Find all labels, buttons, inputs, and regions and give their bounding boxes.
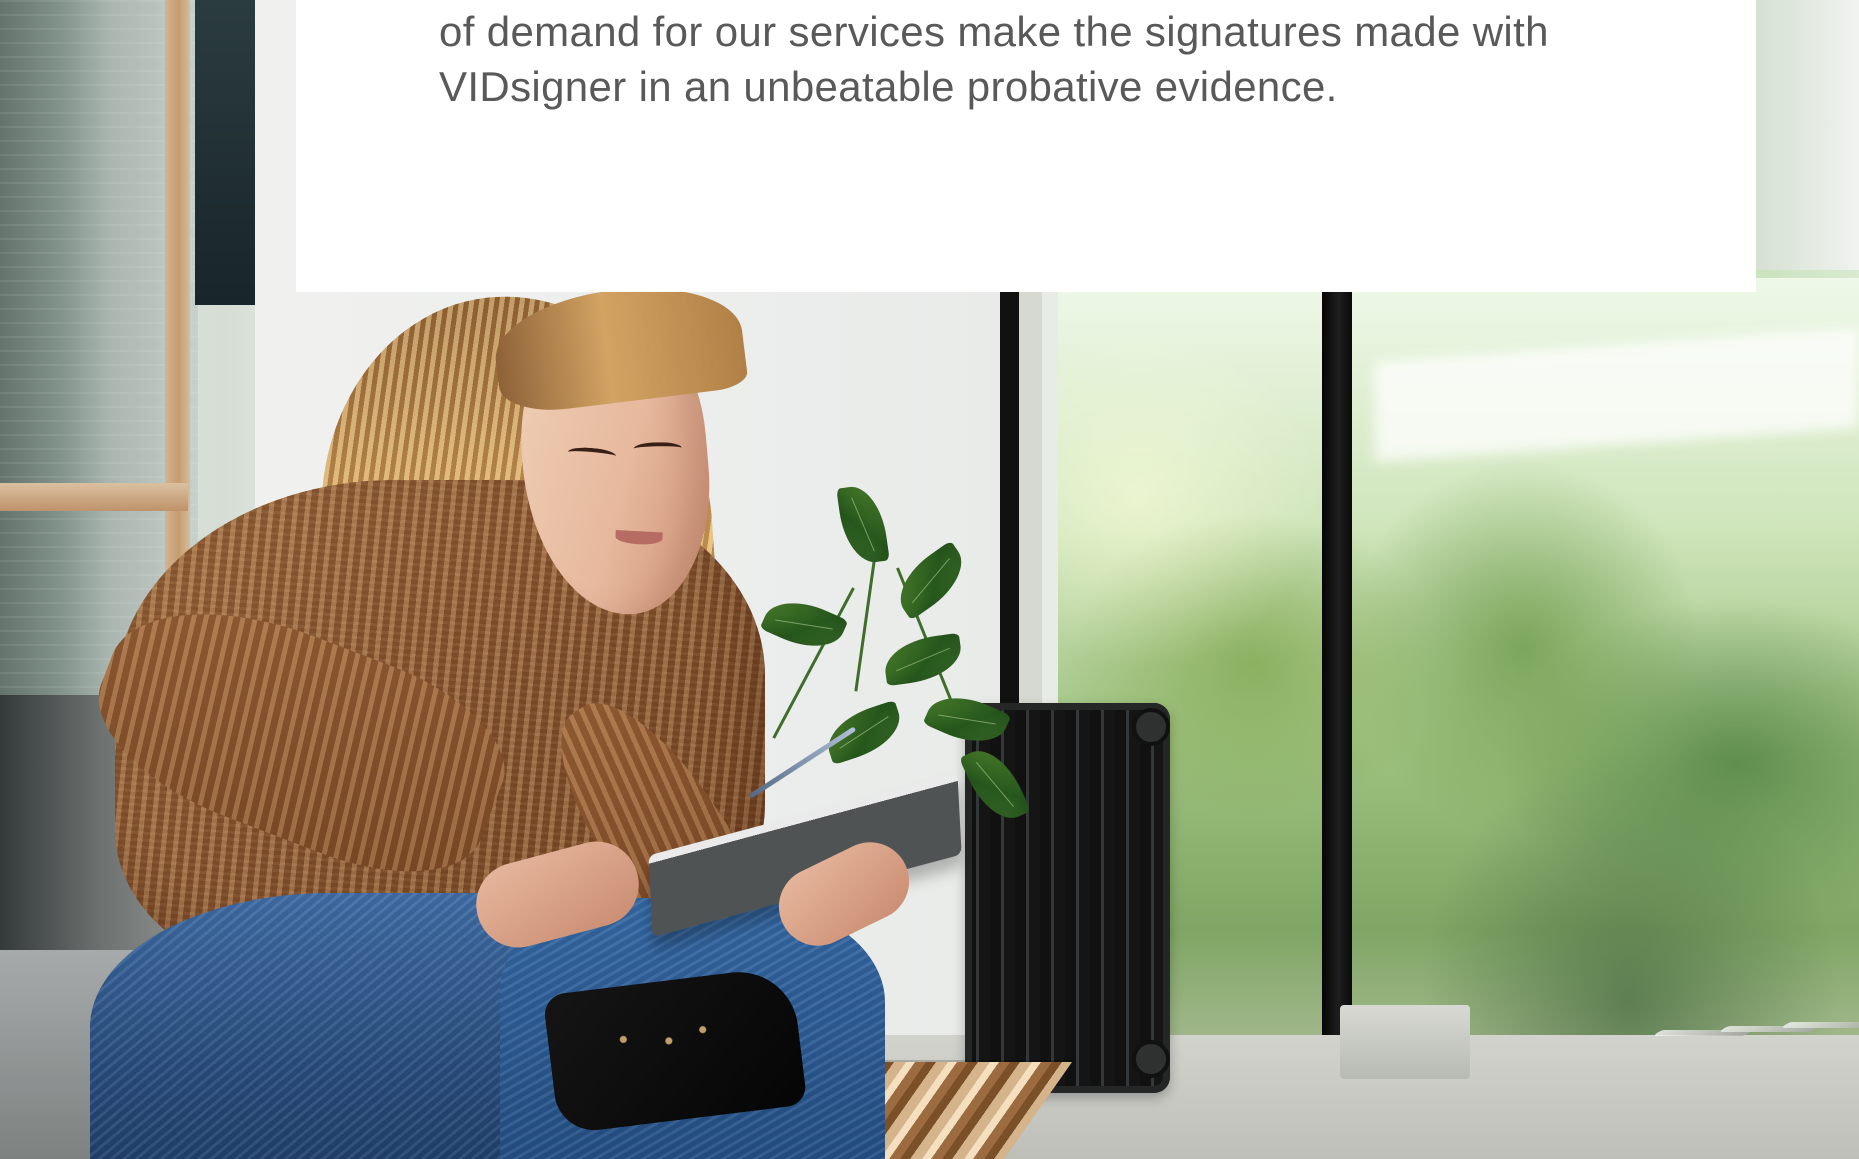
dark-window-frame: [195, 0, 255, 305]
mouth: [615, 530, 663, 546]
text-overlay-card: of demand for our services make the sign…: [296, 0, 1756, 292]
front-hair: [489, 275, 749, 417]
right-background-edge: [1756, 0, 1859, 270]
body-text-line-2: VIDsigner in an unbeatable probative evi…: [439, 63, 1338, 110]
woman-using-tablet: [72, 275, 1010, 1159]
body-text-line-1: of demand for our services make the sign…: [439, 8, 1549, 55]
hero-section: of demand for our services make the sign…: [0, 0, 1859, 1159]
outdoor-step: [1340, 1005, 1470, 1079]
bike-rack: [1635, 1022, 1859, 1076]
right-eye: [633, 441, 682, 455]
left-eye: [567, 445, 617, 463]
